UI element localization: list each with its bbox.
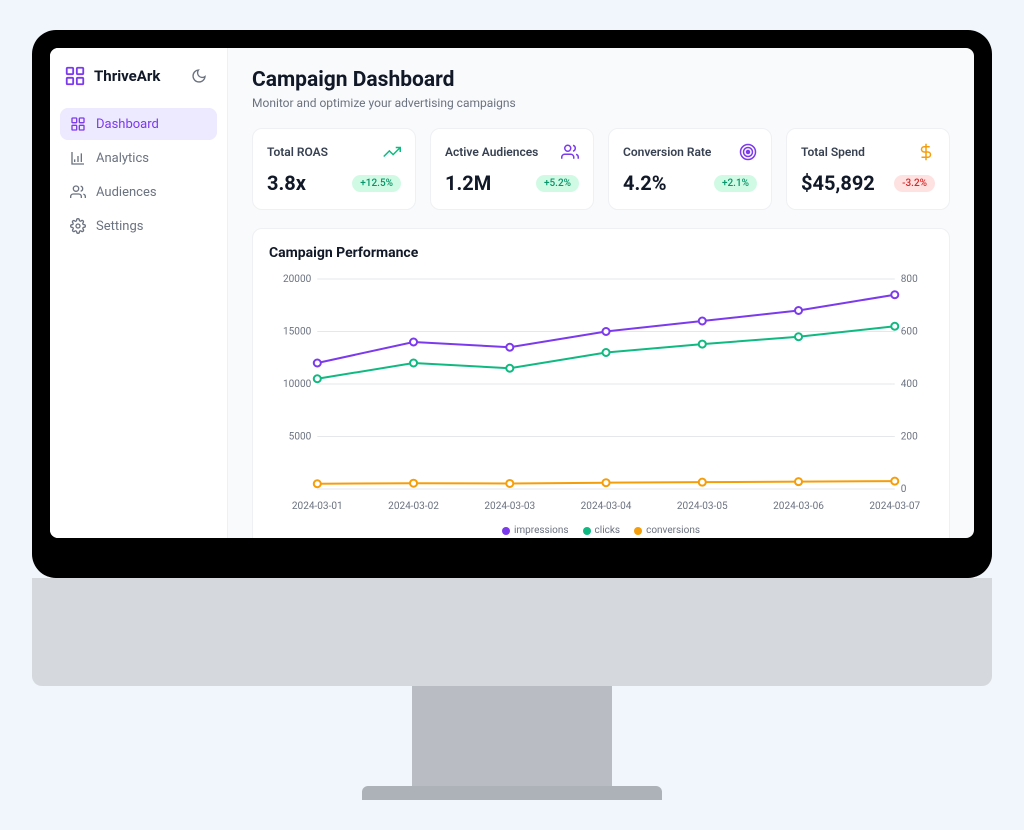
kpi-label: Conversion Rate [623,145,711,159]
legend-label: impressions [514,525,569,536]
svg-text:400: 400 [901,379,918,390]
kpi-delta-badge: -3.2% [894,175,935,192]
settings-icon [70,218,86,234]
kpi-delta-badge: +5.2% [536,175,579,192]
kpi-card: Conversion Rate 4.2% +2.1% [608,128,772,210]
app-screen: ThriveArk Dashboard Analytics Audiences Set… [50,48,974,538]
svg-text:2024-03-03: 2024-03-03 [484,501,535,512]
brand-logo[interactable]: ThriveArk [64,65,160,87]
page-title: Campaign Dashboard [252,68,950,92]
chart-legend: impressions clicks conversions [269,525,933,536]
legend-item[interactable]: clicks [583,525,621,536]
campaign-performance-chart: 5000 10000 15000 20000 0 200 400 600 800 2024-03-… [269,269,933,519]
logo-icon [64,65,86,87]
kpi-value: 3.8x [267,171,306,195]
users-icon [561,143,579,161]
svg-text:800: 800 [901,274,918,285]
sidebar-item-label: Dashboard [96,117,159,132]
sidebar-item-label: Settings [96,219,143,234]
audiences-icon [70,184,86,200]
dollar-icon [917,143,935,161]
kpi-label: Total ROAS [267,145,328,159]
kpi-row: Total ROAS 3.8x +12.5% Active Audiences … [252,128,950,210]
kpi-value: 4.2% [623,171,667,195]
svg-text:200: 200 [901,432,918,443]
kpi-label: Total Spend [801,145,865,159]
target-icon [739,143,757,161]
kpi-label: Active Audiences [445,145,538,159]
svg-text:2024-03-02: 2024-03-02 [388,501,439,512]
kpi-card: Total Spend $45,892 -3.2% [786,128,950,210]
sidebar: ThriveArk Dashboard Analytics Audiences Set… [50,48,228,538]
sidebar-item-dashboard[interactable]: Dashboard [60,108,217,140]
kpi-card: Active Audiences 1.2M +5.2% [430,128,594,210]
svg-text:5000: 5000 [289,432,312,443]
legend-dot [502,527,510,535]
kpi-value: $45,892 [801,171,875,195]
sidebar-item-label: Audiences [96,185,157,200]
trend-icon [383,143,401,161]
legend-dot [634,527,642,535]
sidebar-item-analytics[interactable]: Analytics [60,142,217,174]
svg-text:15000: 15000 [283,327,312,338]
theme-toggle[interactable] [185,62,213,90]
svg-text:2024-03-07: 2024-03-07 [869,501,920,512]
sidebar-item-label: Analytics [96,151,149,166]
kpi-card: Total ROAS 3.8x +12.5% [252,128,416,210]
kpi-value: 1.2M [445,171,491,195]
svg-text:0: 0 [901,484,907,495]
moon-icon [191,68,207,84]
brand-name: ThriveArk [94,67,160,85]
chart-title: Campaign Performance [269,245,933,261]
chart-card: Campaign Performance 5000 10000 15000 20000… [252,228,950,538]
legend-item[interactable]: conversions [634,525,700,536]
sidebar-item-settings[interactable]: Settings [60,210,217,242]
svg-text:2024-03-06: 2024-03-06 [773,501,824,512]
legend-dot [583,527,591,535]
legend-item[interactable]: impressions [502,525,569,536]
legend-label: conversions [646,525,700,536]
main-content: Campaign Dashboard Monitor and optimize … [228,48,974,538]
kpi-delta-badge: +12.5% [352,175,401,192]
sidebar-nav: Dashboard Analytics Audiences Settings [60,108,217,242]
svg-text:600: 600 [901,327,918,338]
svg-text:2024-03-01: 2024-03-01 [292,501,343,512]
kpi-delta-badge: +2.1% [714,175,757,192]
monitor-mockup: ThriveArk Dashboard Analytics Audiences Set… [32,30,992,800]
svg-text:2024-03-04: 2024-03-04 [581,501,632,512]
svg-text:2024-03-05: 2024-03-05 [677,501,728,512]
dashboard-icon [70,116,86,132]
sidebar-item-audiences[interactable]: Audiences [60,176,217,208]
svg-text:20000: 20000 [283,274,312,285]
page-subtitle: Monitor and optimize your advertising ca… [252,96,950,110]
analytics-icon [70,150,86,166]
svg-text:10000: 10000 [283,379,312,390]
legend-label: clicks [595,525,621,536]
